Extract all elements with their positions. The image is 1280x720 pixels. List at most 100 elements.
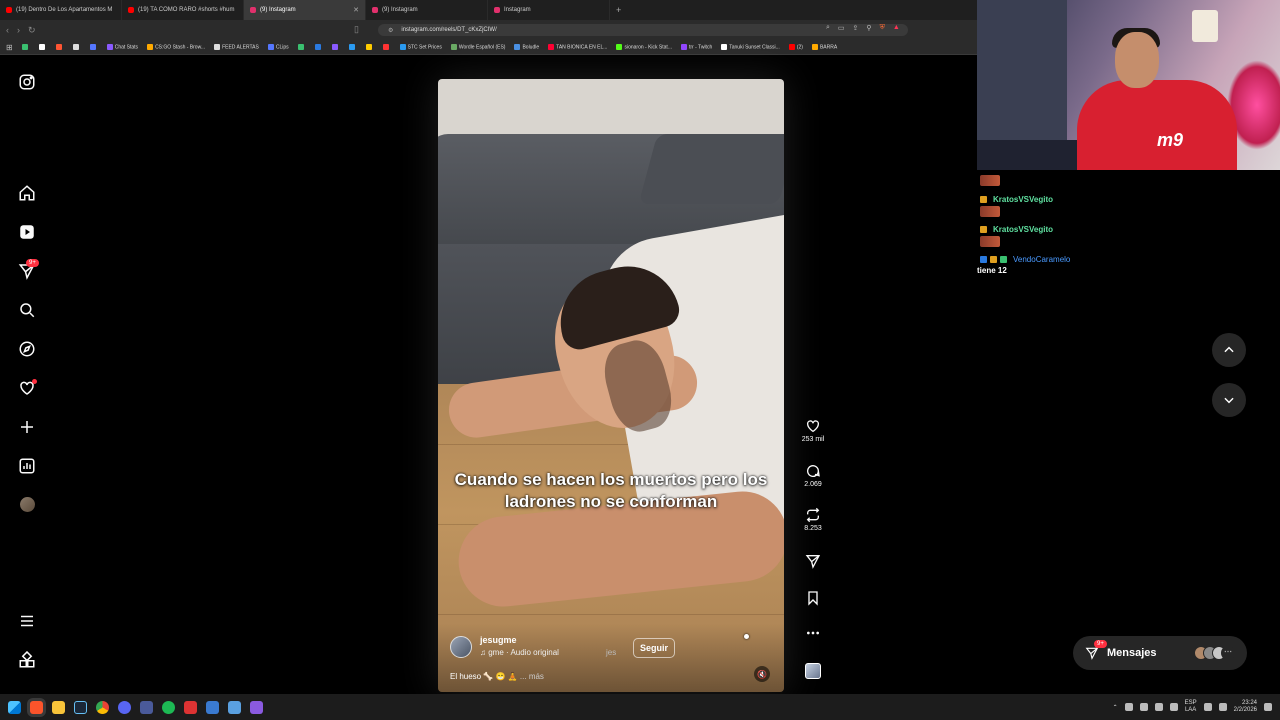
brave-browser-icon[interactable] [30,700,43,714]
streamer-webcam: m9 [977,0,1280,170]
discord-icon[interactable] [118,700,131,714]
bookmark-label: FEED ALERTAS [222,44,259,51]
share-icon[interactable]: ⇪ [853,24,859,32]
sub-badge-icon [990,256,997,263]
new-tab-button[interactable]: + [616,5,621,15]
more-icon [807,631,819,635]
bookmark-favicon-icon [297,43,304,50]
apps-icon[interactable]: ⊞ [6,43,13,52]
bookmark-item[interactable] [314,43,323,50]
input-language[interactable]: ESP LAA [1185,700,1197,714]
tray-app-icon[interactable] [1139,703,1148,711]
tray-app-icon[interactable] [1169,703,1178,711]
bookmark-item[interactable] [365,43,374,50]
forward-icon[interactable]: › [17,25,20,35]
chrome-icon[interactable] [96,700,109,714]
bookmark-item[interactable] [382,43,391,50]
bookmark-item[interactable] [348,43,357,50]
bookmark-item[interactable]: TAN BIONICA EN EL... [548,43,607,50]
file-explorer-icon[interactable] [52,700,65,714]
extension-icon[interactable]: ⚲ [866,24,871,32]
bookmark-item[interactable] [331,43,340,50]
cast-icon[interactable]: ▭ [838,24,845,32]
like-button[interactable]: 253 mil [795,418,831,443]
save-button[interactable] [795,590,831,606]
browser-tab[interactable]: (9) Instagram [366,0,488,20]
windows-start-icon[interactable] [8,700,21,714]
bookmark-item[interactable]: Tanuki Sunset Classi... [721,43,780,50]
tray-chevron-icon[interactable]: ⌃ [1113,704,1118,711]
tab-label: (19) Dentro De Los Apartamentos M [16,7,113,13]
browser-tab[interactable]: (19) TA COMO RARO #shorts #hum [122,0,244,20]
bookmark-item[interactable]: trr - Twitch [680,43,712,50]
bookmark-item[interactable]: FEED ALERTAS [214,43,259,51]
reel-video[interactable]: Cuando se hacen los muertos pero los lad… [438,79,784,692]
instagram-logo-icon[interactable] [18,73,36,91]
bookmark-item[interactable] [38,43,47,50]
bookmark-item[interactable]: Chat Stats [106,43,138,50]
browser-tab[interactable]: (9) Instagram ✕ [244,0,366,20]
reload-icon[interactable]: ↻ [28,25,36,36]
bookmark-favicon-icon [450,43,457,50]
browser-tab[interactable]: (19) Dentro De Los Apartamentos M [0,0,122,20]
zoom-icon[interactable]: ⌕ [826,24,830,32]
tab-label: (19) TA COMO RARO #shorts #hum [138,7,235,13]
app-icon[interactable] [206,700,219,714]
repost-button[interactable]: 8.253 [795,507,831,532]
more-options-button[interactable] [795,625,831,641]
volume-icon[interactable] [1218,703,1227,711]
follow-button[interactable]: Seguir [633,638,676,658]
tray-app-icon[interactable] [1124,703,1133,711]
brave-shield-icon[interactable]: ⛨ [880,24,885,32]
network-icon[interactable] [1203,703,1212,711]
author-username[interactable]: jesugme [480,635,517,645]
site-info-icon[interactable]: ⚙ [388,27,393,34]
mouse-cursor [744,634,749,639]
author-avatar[interactable] [450,636,472,658]
reels-icon[interactable] [18,223,36,241]
bookmark-item[interactable] [21,43,30,50]
create-icon[interactable] [18,418,36,436]
bookmark-item[interactable]: Wordle Español (ES) [450,43,505,50]
bookmark-item[interactable] [297,43,306,50]
spotify-icon[interactable] [162,700,175,714]
bookmark-item[interactable] [89,43,98,50]
close-tab-icon[interactable]: ✕ [353,6,359,14]
bookmark-page-icon[interactable]: ▯ [354,24,359,35]
app-icon[interactable] [228,700,241,714]
dashboard-icon[interactable] [18,457,36,475]
profile-avatar[interactable] [20,497,35,512]
back-icon[interactable]: ‹ [6,25,9,35]
audio-thumbnail[interactable] [805,663,821,679]
app-icon[interactable] [184,700,197,714]
app-icon[interactable] [140,700,153,714]
comment-button[interactable]: 2.069 [795,463,831,488]
share-button[interactable] [795,553,831,569]
bookmark-item[interactable]: STC Set Prices [399,43,442,50]
bookmark-item[interactable]: CLips [267,43,289,50]
more-link[interactable]: ... más [520,672,544,681]
bookmark-item[interactable]: CS:GO Stash - Brow... [147,43,205,50]
also-from-meta-icon[interactable] [18,650,36,669]
notifications-icon[interactable] [1264,703,1272,711]
tagged-user[interactable]: jes [606,648,616,657]
bookmark-item[interactable]: sionaron - Kick Stat... [616,43,672,50]
bookmark-item[interactable] [72,43,81,50]
mute-icon[interactable]: 🔇 [754,666,770,682]
reel-audio-label[interactable]: ♫ gme · Audio original [480,648,559,657]
bookmark-icon [808,591,818,606]
steam-icon[interactable] [74,700,87,714]
tray-app-icon[interactable] [1154,703,1163,711]
bookmark-item[interactable]: BARRA [811,43,837,50]
home-icon[interactable] [18,184,36,202]
bookmark-item[interactable]: (2) [788,43,803,50]
bookmark-item[interactable]: Boludle [514,43,539,50]
browser-tab[interactable]: Instagram [488,0,610,20]
app-icon[interactable] [250,700,263,714]
bookmark-item[interactable] [55,43,64,50]
more-menu-icon[interactable] [18,612,36,630]
search-icon[interactable] [18,301,36,319]
explore-icon[interactable] [18,340,36,358]
clock[interactable]: 23:24 2/2/2026 [1234,700,1257,714]
brave-rewards-icon[interactable]: ▲ [893,24,900,32]
